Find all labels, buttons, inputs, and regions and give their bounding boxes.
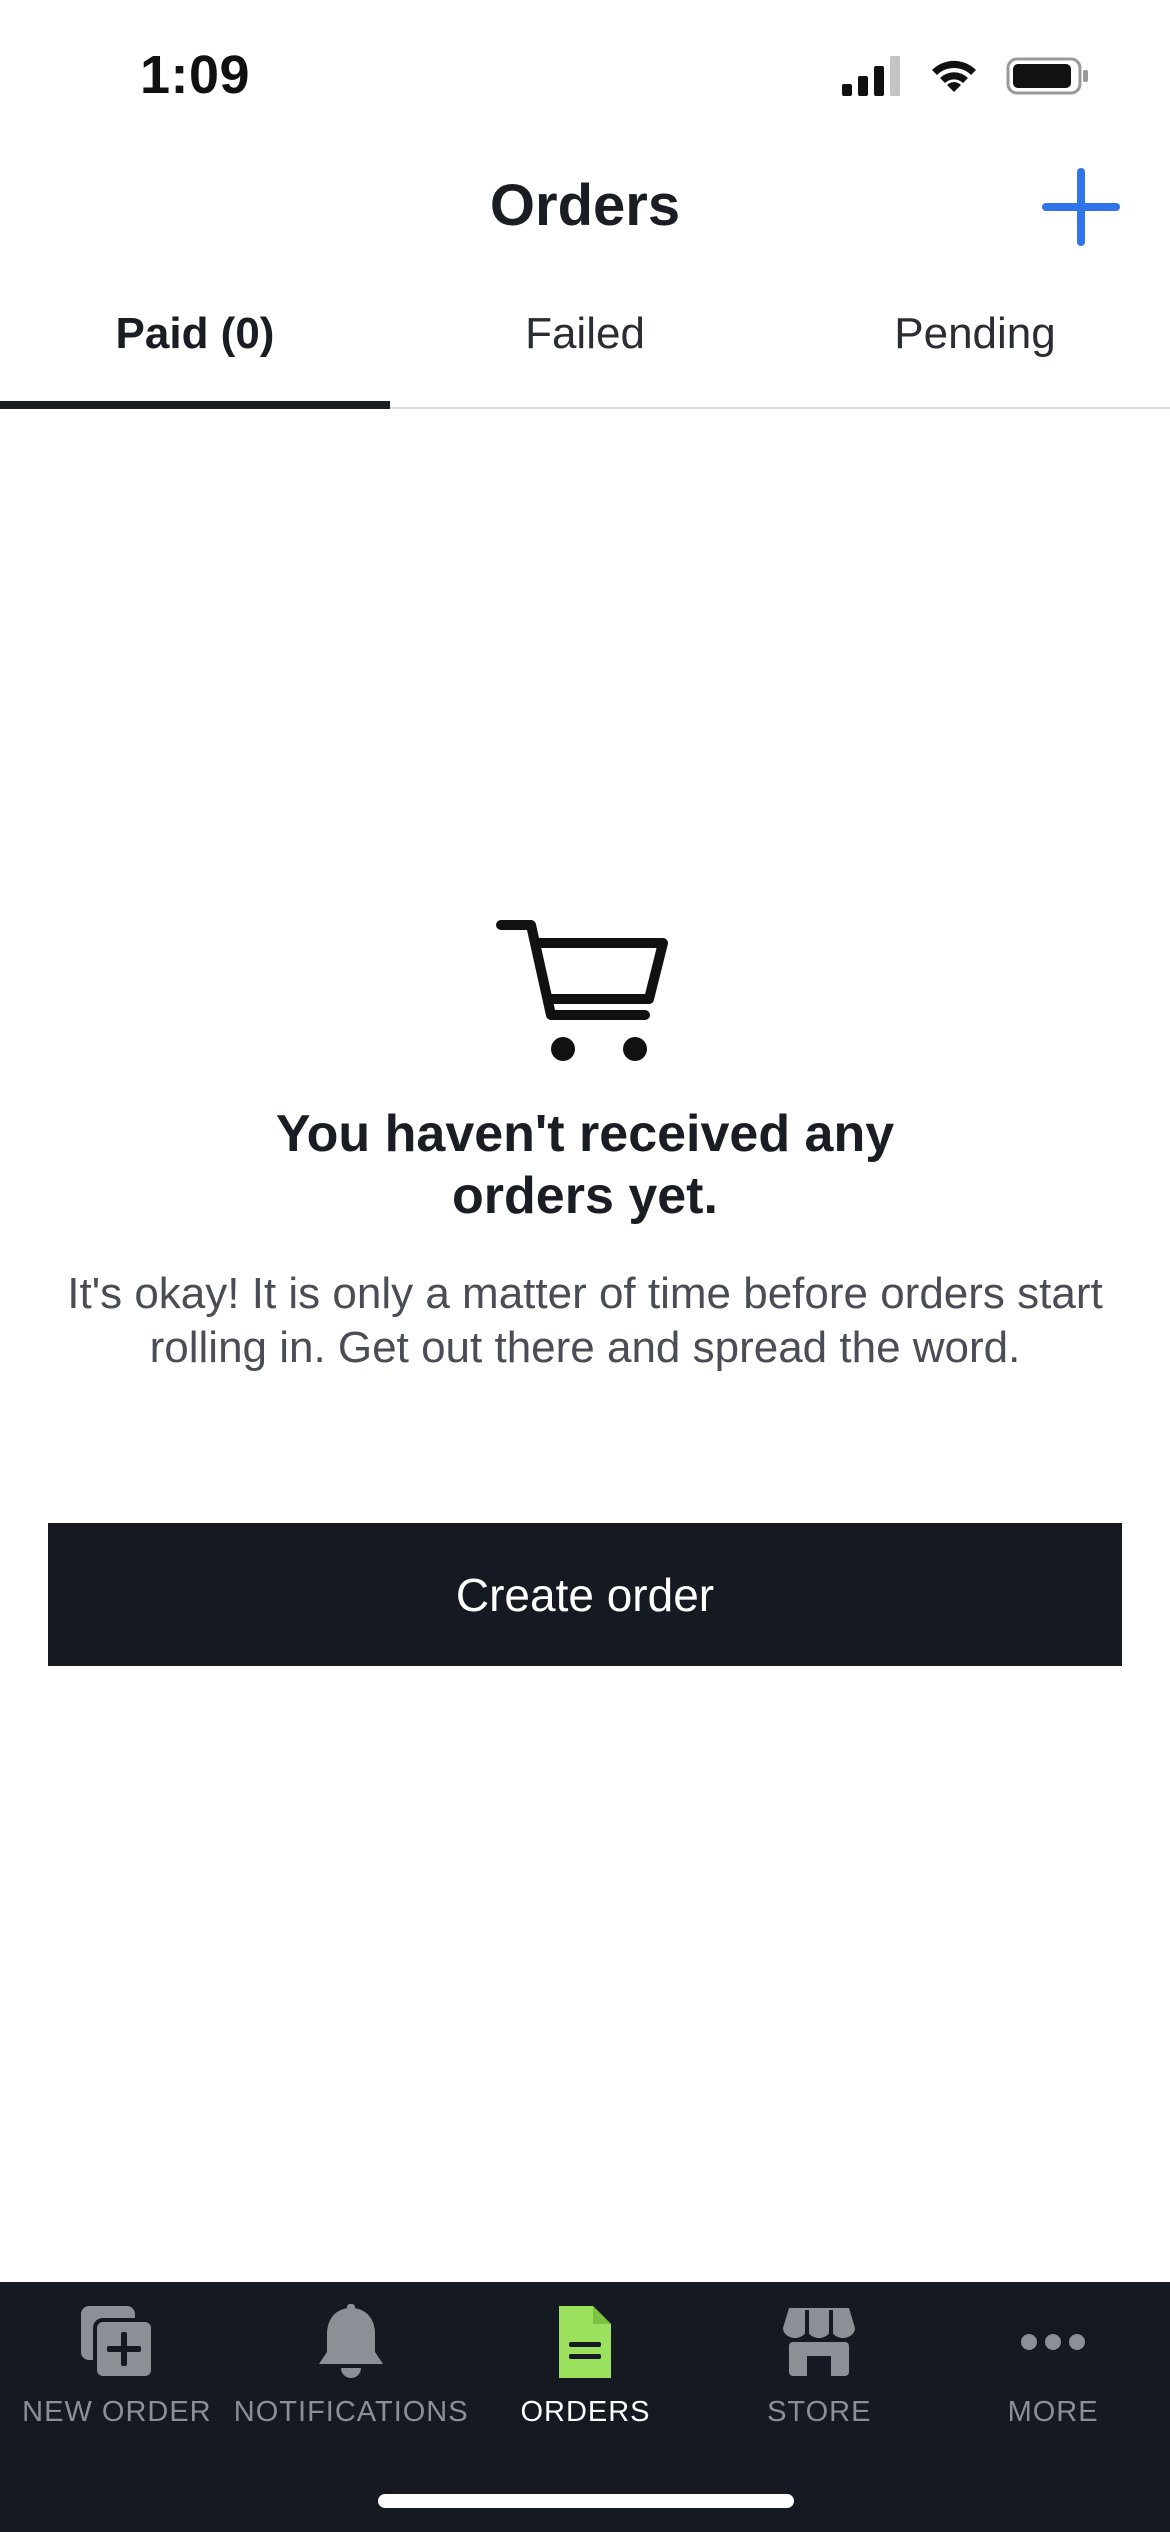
nav-store[interactable]: STORE [702, 2282, 936, 2452]
nav-orders-label: ORDERS [520, 2396, 651, 2428]
home-indicator[interactable] [378, 2494, 794, 2508]
empty-state-description: It's okay! It is only a matter of time b… [67, 1269, 1103, 1372]
tab-failed[interactable]: Failed [390, 275, 780, 407]
status-time: 1:09 [140, 45, 251, 105]
nav-notifications-label: NOTIFICATIONS [233, 2396, 469, 2428]
cart-icon [496, 920, 668, 1061]
empty-state-title: You haven't received any orders yet. [275, 1105, 895, 1225]
bottom-tab-bar: NEW ORDER NOTIFICATIONS ORDERS STORE MOR… [0, 2282, 1170, 2532]
create-order-button[interactable]: Create order [48, 1523, 1122, 1666]
tab-pending-label: Pending [894, 309, 1056, 358]
new-order-icon [80, 2306, 155, 2380]
more-icon [1021, 2334, 1086, 2350]
store-icon [783, 2308, 856, 2376]
tab-paid-label: Paid (0) [115, 309, 275, 358]
bell-icon [319, 2304, 384, 2378]
nav-more[interactable]: MORE [936, 2282, 1170, 2452]
cellular-signal-icon [842, 56, 900, 96]
battery-icon [1006, 57, 1088, 95]
empty-state: You haven't received any orders yet. It'… [0, 915, 1170, 1375]
status-icons [840, 56, 1090, 96]
order-status-tabs: Paid (0) Failed Pending [0, 275, 1170, 409]
nav-new-order-label: NEW ORDER [22, 2396, 212, 2428]
add-order-button[interactable] [1038, 164, 1124, 250]
header: Orders [0, 150, 1170, 265]
nav-more-label: MORE [1007, 2396, 1099, 2428]
nav-orders[interactable]: ORDERS [469, 2282, 703, 2452]
tab-pending[interactable]: Pending [780, 275, 1170, 407]
orders-screen: 1:09 Orders Paid (0) Failed Pending You … [0, 0, 1170, 2532]
document-icon [559, 2306, 612, 2378]
nav-new-order[interactable]: NEW ORDER [0, 2282, 234, 2452]
status-bar: 1:09 [0, 0, 1170, 150]
plus-icon [1042, 168, 1120, 246]
tab-paid[interactable]: Paid (0) [0, 275, 390, 409]
nav-store-label: STORE [767, 2396, 872, 2428]
page-title: Orders [489, 173, 681, 238]
nav-notifications[interactable]: NOTIFICATIONS [234, 2282, 469, 2452]
tab-failed-label: Failed [525, 309, 645, 358]
wifi-icon [932, 60, 976, 92]
